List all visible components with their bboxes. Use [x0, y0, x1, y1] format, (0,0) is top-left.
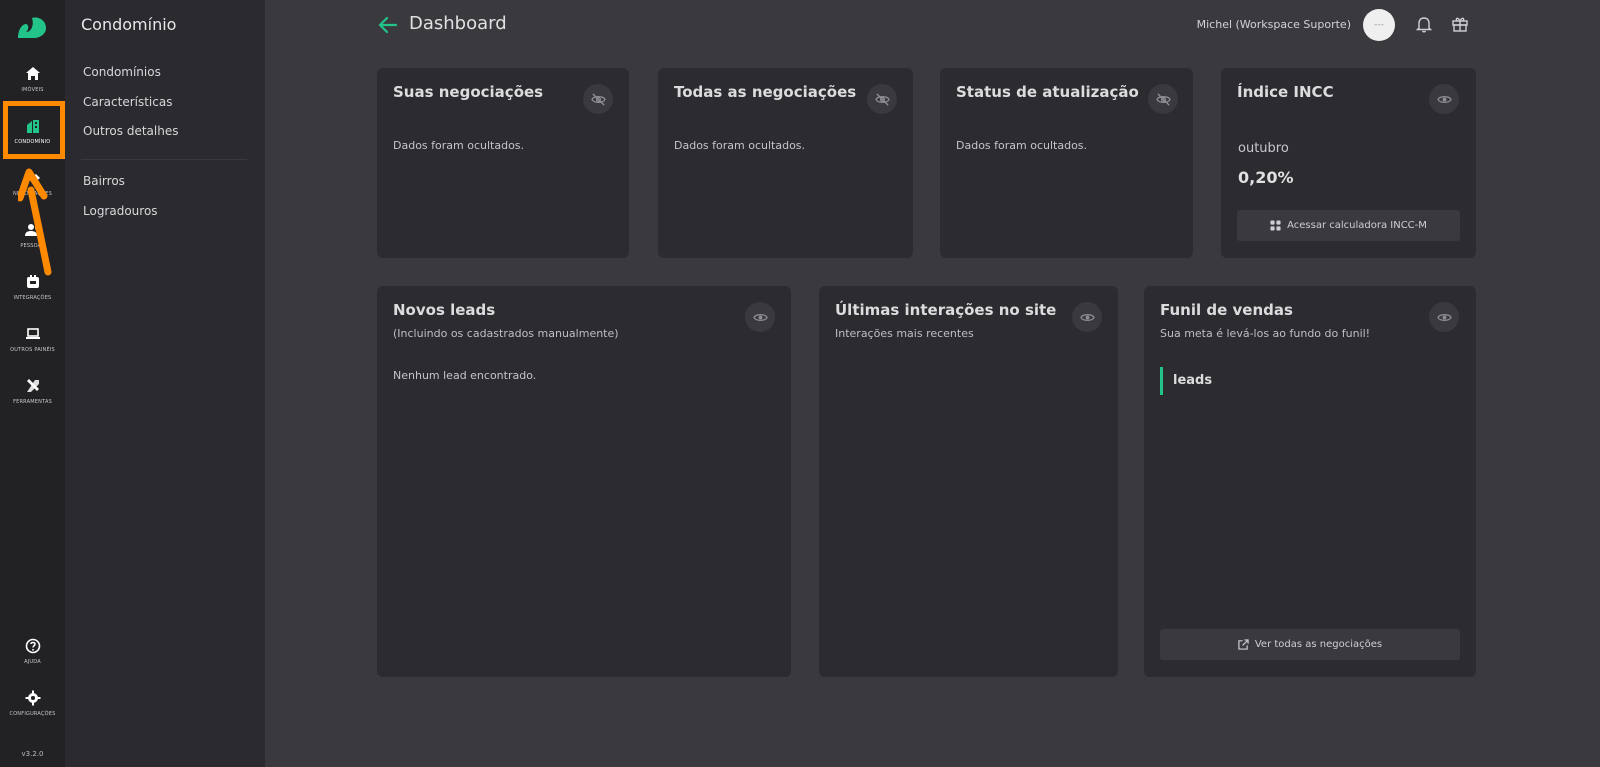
- card-suas-negociacoes: Suas negociações Dados foram ocultados.: [377, 68, 629, 258]
- toggle-visibility-button[interactable]: [583, 84, 613, 114]
- rail-item-imoveis[interactable]: Imóveis: [0, 62, 65, 116]
- card-title: Todas as negociações: [674, 83, 857, 101]
- rail-item-ferramentas[interactable]: Ferramentas: [0, 374, 65, 428]
- rail-item-pessoas[interactable]: Pessoas: [0, 218, 65, 272]
- handshake-icon: [25, 174, 40, 183]
- toggle-visibility-button[interactable]: [1072, 302, 1102, 332]
- rail-item-configuracoes[interactable]: Configurações: [0, 686, 65, 740]
- gift-icon[interactable]: [1451, 15, 1469, 33]
- eye-off-icon: [1155, 92, 1171, 106]
- eye-off-icon: [590, 92, 606, 106]
- subnav-item-outros-detalhes[interactable]: Outros detalhes: [83, 124, 178, 138]
- card-novos-leads: Novos leads (Incluindo os cadastrados ma…: [377, 286, 791, 677]
- laptop-icon: [25, 328, 40, 339]
- rail-item-integracoes[interactable]: Integrações: [0, 270, 65, 324]
- card-subtitle: Sua meta é levá-los ao fundo do funil!: [1160, 327, 1371, 340]
- user-name[interactable]: Michel (Workspace Suporte): [1197, 18, 1351, 31]
- rail-item-label: Negociações: [13, 191, 52, 197]
- plug-icon: [26, 275, 39, 288]
- hidden-data-message: Dados foram ocultados.: [956, 139, 1088, 152]
- card-title: Novos leads: [393, 301, 496, 319]
- funnel-stage-label[interactable]: leads: [1173, 373, 1212, 388]
- subnav-title: Condomínio: [81, 15, 177, 34]
- hidden-data-message: Dados foram ocultados.: [393, 139, 525, 152]
- eye-off-icon: [874, 92, 890, 106]
- people-icon: [24, 224, 39, 236]
- page-title: Dashboard: [409, 13, 507, 34]
- eye-icon: [752, 313, 768, 321]
- sub-sidebar: Condomínio Condomínios Características O…: [65, 0, 265, 767]
- card-title: Índice INCC: [1237, 83, 1334, 101]
- squirrel-logo[interactable]: [14, 12, 50, 40]
- subnav-item-logradouros[interactable]: Logradouros: [83, 204, 158, 218]
- rail-item-label: Outros painéis: [10, 347, 55, 353]
- subnav-item-condominios[interactable]: Condomínios: [83, 65, 161, 79]
- app-version: v3.2.0: [21, 750, 44, 758]
- rail-item-label: Pessoas: [20, 243, 45, 249]
- rail-item-label: Ferramentas: [13, 399, 52, 405]
- main-rail: Imóveis Condomínio Negociações Pessoas I…: [0, 0, 65, 767]
- rail-item-label: Ajuda: [24, 659, 41, 665]
- card-todas-negociacoes: Todas as negociações Dados foram ocultad…: [658, 68, 913, 258]
- rail-item-negociacoes[interactable]: Negociações: [0, 166, 65, 220]
- eye-icon: [1436, 95, 1452, 103]
- subnav-item-bairros[interactable]: Bairros: [83, 174, 125, 188]
- view-all-negotiations-label: Ver todas as negociações: [1254, 639, 1383, 650]
- card-title: Status de atualização: [956, 83, 1139, 101]
- calculator-icon: [1270, 220, 1281, 231]
- card-subtitle: Interações mais recentes: [835, 327, 974, 340]
- card-title: Últimas interações no site: [835, 301, 1057, 319]
- toggle-visibility-button[interactable]: [867, 84, 897, 114]
- building-icon: [26, 120, 39, 133]
- card-status-atualizacao: Status de atualização Dados foram oculta…: [940, 68, 1193, 258]
- back-arrow-icon[interactable]: [378, 15, 398, 35]
- no-leads-message: Nenhum lead encontrado.: [393, 369, 537, 382]
- eye-icon: [1436, 313, 1452, 321]
- rail-item-label: Integrações: [13, 295, 52, 301]
- bell-icon[interactable]: [1415, 15, 1433, 33]
- funnel-stage-bar: [1160, 367, 1163, 395]
- avatar[interactable]: ---: [1363, 9, 1395, 41]
- incc-value: 0,20%: [1238, 168, 1294, 187]
- tools-icon: [26, 379, 39, 392]
- toggle-visibility-button[interactable]: [1429, 302, 1459, 332]
- toggle-visibility-button[interactable]: [1148, 84, 1178, 114]
- card-indice-incc: Índice INCC outubro 0,20% Acessar calcul…: [1221, 68, 1476, 258]
- rail-item-label: Configurações: [9, 711, 56, 717]
- rail-item-ajuda[interactable]: Ajuda: [0, 634, 65, 688]
- toggle-visibility-button[interactable]: [1429, 84, 1459, 114]
- external-link-icon: [1238, 639, 1249, 650]
- card-title: Suas negociações: [393, 83, 544, 101]
- subnav-item-caracteristicas[interactable]: Características: [83, 95, 172, 109]
- incc-calculator-button[interactable]: Acessar calculadora INCC-M: [1237, 210, 1460, 241]
- rail-item-label: Condomínio: [14, 139, 51, 145]
- subnav-divider: [81, 159, 247, 160]
- toggle-visibility-button[interactable]: [745, 302, 775, 332]
- incc-month: outubro: [1238, 141, 1289, 156]
- rail-item-condominio[interactable]: Condomínio: [0, 114, 65, 168]
- incc-calculator-button-label: Acessar calculadora INCC-M: [1287, 220, 1427, 231]
- card-ultimas-interacoes: Últimas interações no site Interações ma…: [819, 286, 1118, 677]
- home-icon: [25, 67, 40, 80]
- rail-item-label: Imóveis: [21, 87, 44, 93]
- card-title: Funil de vendas: [1160, 301, 1293, 319]
- eye-icon: [1079, 313, 1095, 321]
- hidden-data-message: Dados foram ocultados.: [674, 139, 806, 152]
- help-icon: [25, 638, 40, 654]
- card-subtitle: (Incluindo os cadastrados manualmente): [393, 327, 619, 340]
- view-all-negotiations-button[interactable]: Ver todas as negociações: [1160, 629, 1460, 660]
- gear-icon: [25, 690, 40, 706]
- card-funil-vendas: Funil de vendas Sua meta é levá-los ao f…: [1144, 286, 1476, 677]
- rail-item-outros-paineis[interactable]: Outros painéis: [0, 322, 65, 376]
